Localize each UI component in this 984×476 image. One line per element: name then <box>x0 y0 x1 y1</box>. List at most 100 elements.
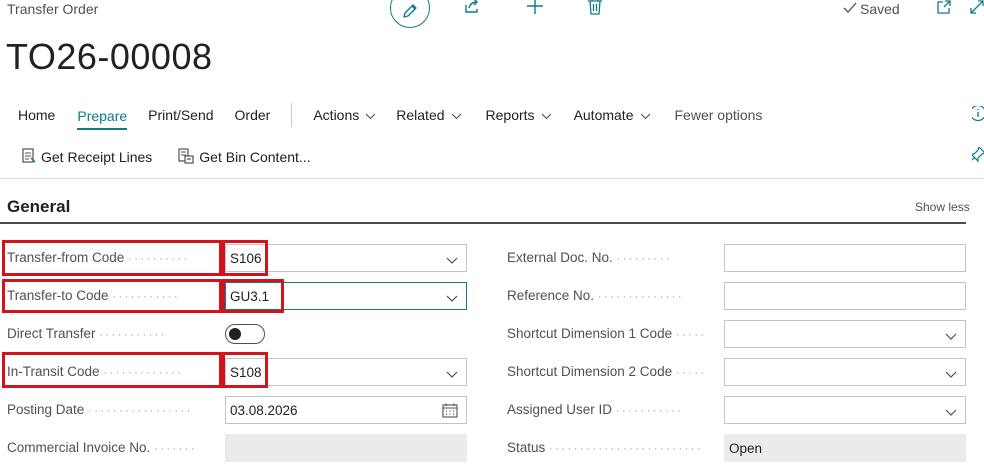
transfer-to-code-field[interactable]: GU3.1 <box>225 282 467 310</box>
tab-home[interactable]: Home <box>18 100 55 130</box>
chevron-down-icon[interactable] <box>945 367 957 382</box>
tab-order[interactable]: Order <box>235 100 271 130</box>
page-caption: Transfer Order <box>7 1 99 17</box>
external-doc-no-label: External Doc. No. <box>507 250 613 265</box>
in-transit-code-label: In-Transit Code <box>7 364 100 379</box>
chevron-down-icon[interactable] <box>446 253 458 268</box>
chevron-down-icon[interactable] <box>945 329 957 344</box>
open-new-window-icon <box>936 0 952 20</box>
status-value: Open <box>729 440 763 456</box>
saved-status: Saved <box>843 1 900 17</box>
posting-date-field[interactable]: 03.08.2026 <box>225 396 467 424</box>
field-label-transfer-to-code: Transfer-to Code ··········· <box>7 288 181 303</box>
chevron-down-icon[interactable] <box>945 405 957 420</box>
reference-no-label: Reference No. <box>507 288 595 303</box>
posting-date-value: 03.08.2026 <box>230 402 298 418</box>
chevron-down-icon[interactable] <box>446 367 458 382</box>
trash-icon <box>587 0 603 20</box>
menu-actions[interactable]: Actions <box>313 100 376 130</box>
tab-print-send[interactable]: Print/Send <box>148 100 213 130</box>
assigned-user-id-field[interactable] <box>724 396 966 424</box>
shortcut-dimension-2-field[interactable] <box>724 358 966 386</box>
menu-fewer-options-label: Fewer options <box>674 107 763 123</box>
status-label: Status <box>507 440 546 455</box>
field-label-transfer-from-code: Transfer-from Code ·········· <box>7 250 190 265</box>
direct-transfer-toggle[interactable] <box>225 324 265 344</box>
menu-related-label: Related <box>396 107 445 123</box>
chevron-down-icon <box>365 107 376 123</box>
external-doc-no-field[interactable] <box>724 244 966 272</box>
info-button[interactable] <box>972 106 984 124</box>
saved-label: Saved <box>860 1 900 17</box>
field-label-shortcut-dimension-2: Shortcut Dimension 2 Code ····· <box>507 364 707 379</box>
open-new-window-button[interactable] <box>935 0 953 18</box>
tab-order-label: Order <box>234 107 271 123</box>
menu-fewer-options[interactable]: Fewer options <box>675 100 763 130</box>
menu-separator <box>291 103 293 127</box>
pin-icon <box>972 147 984 165</box>
commercial-invoice-no-field <box>225 434 467 462</box>
menu-reports[interactable]: Reports <box>486 100 552 130</box>
menu-automate[interactable]: Automate <box>574 100 651 130</box>
shortcut-dimension-1-field[interactable] <box>724 320 966 348</box>
status-field: Open <box>724 434 966 462</box>
chevron-down-icon[interactable] <box>446 291 458 306</box>
chevron-down-icon <box>541 107 552 123</box>
section-underline <box>0 222 966 224</box>
share-icon <box>463 0 481 20</box>
chevron-down-icon <box>640 107 651 123</box>
field-label-status: Status ························· <box>507 440 704 455</box>
get-receipt-lines-button[interactable]: Get Receipt Lines <box>22 147 153 167</box>
chevron-down-icon <box>451 107 462 123</box>
get-bin-content-button[interactable]: Get Bin Content... <box>178 147 311 167</box>
expand-button[interactable] <box>970 0 984 18</box>
show-less-link[interactable]: Show less <box>915 200 970 214</box>
field-label-in-transit-code: In-Transit Code ············· <box>7 364 184 379</box>
checkmark-icon <box>843 1 857 17</box>
edit-button[interactable] <box>390 0 430 28</box>
delete-button[interactable] <box>585 0 605 19</box>
menu-reports-label: Reports <box>485 107 535 123</box>
prepare-actions-bar: Get Receipt Lines Get Bin Content... <box>0 144 311 170</box>
shortcut-dimension-2-label: Shortcut Dimension 2 Code <box>507 364 673 379</box>
transfer-from-code-label: Transfer-from Code <box>7 250 125 265</box>
field-label-commercial-invoice-no: Commercial Invoice No. ······· <box>7 440 198 455</box>
menu-related[interactable]: Related <box>396 100 461 130</box>
menu-actions-label: Actions <box>313 107 360 123</box>
field-label-external-doc-no: External Doc. No. ········· <box>507 250 673 265</box>
reference-no-field[interactable] <box>724 282 966 310</box>
expand-icon <box>970 0 984 18</box>
toggle-knob <box>229 327 241 340</box>
new-button[interactable] <box>524 0 546 19</box>
transfer-to-code-value: GU3.1 <box>230 288 270 304</box>
field-label-direct-transfer: Direct Transfer ··········· <box>7 326 168 341</box>
field-label-assigned-user-id: Assigned User ID ··········· <box>507 402 684 417</box>
pin-button[interactable] <box>972 147 984 165</box>
assigned-user-id-label: Assigned User ID <box>507 402 613 417</box>
tab-prepare[interactable]: Prepare <box>77 104 128 130</box>
shortcut-dimension-1-label: Shortcut Dimension 1 Code <box>507 326 673 341</box>
pencil-icon <box>401 2 419 25</box>
field-label-posting-date: Posting Date ················· <box>7 402 193 417</box>
in-transit-code-value: S108 <box>230 364 262 380</box>
transfer-from-code-field[interactable]: S106 <box>225 244 467 272</box>
toolbar-divider <box>0 178 984 179</box>
in-transit-code-field[interactable]: S108 <box>225 358 467 386</box>
bin-content-icon <box>178 147 194 167</box>
get-receipt-lines-label: Get Receipt Lines <box>41 149 153 165</box>
direct-transfer-label: Direct Transfer <box>7 326 96 341</box>
document-lines-icon <box>22 147 36 167</box>
info-icon <box>972 106 984 124</box>
tab-home-label: Home <box>18 107 56 123</box>
posting-date-label: Posting Date <box>7 402 85 417</box>
tab-print-send-label: Print/Send <box>148 107 214 123</box>
commercial-invoice-no-label: Commercial Invoice No. <box>7 440 151 455</box>
section-title-general[interactable]: General <box>7 197 70 217</box>
menu-automate-label: Automate <box>573 107 634 123</box>
share-button[interactable] <box>461 0 483 18</box>
calendar-icon[interactable] <box>442 403 458 421</box>
transfer-from-code-value: S106 <box>230 250 262 266</box>
get-bin-content-label: Get Bin Content... <box>199 149 311 165</box>
transfer-to-code-label: Transfer-to Code <box>7 288 109 303</box>
plus-icon <box>526 0 544 20</box>
